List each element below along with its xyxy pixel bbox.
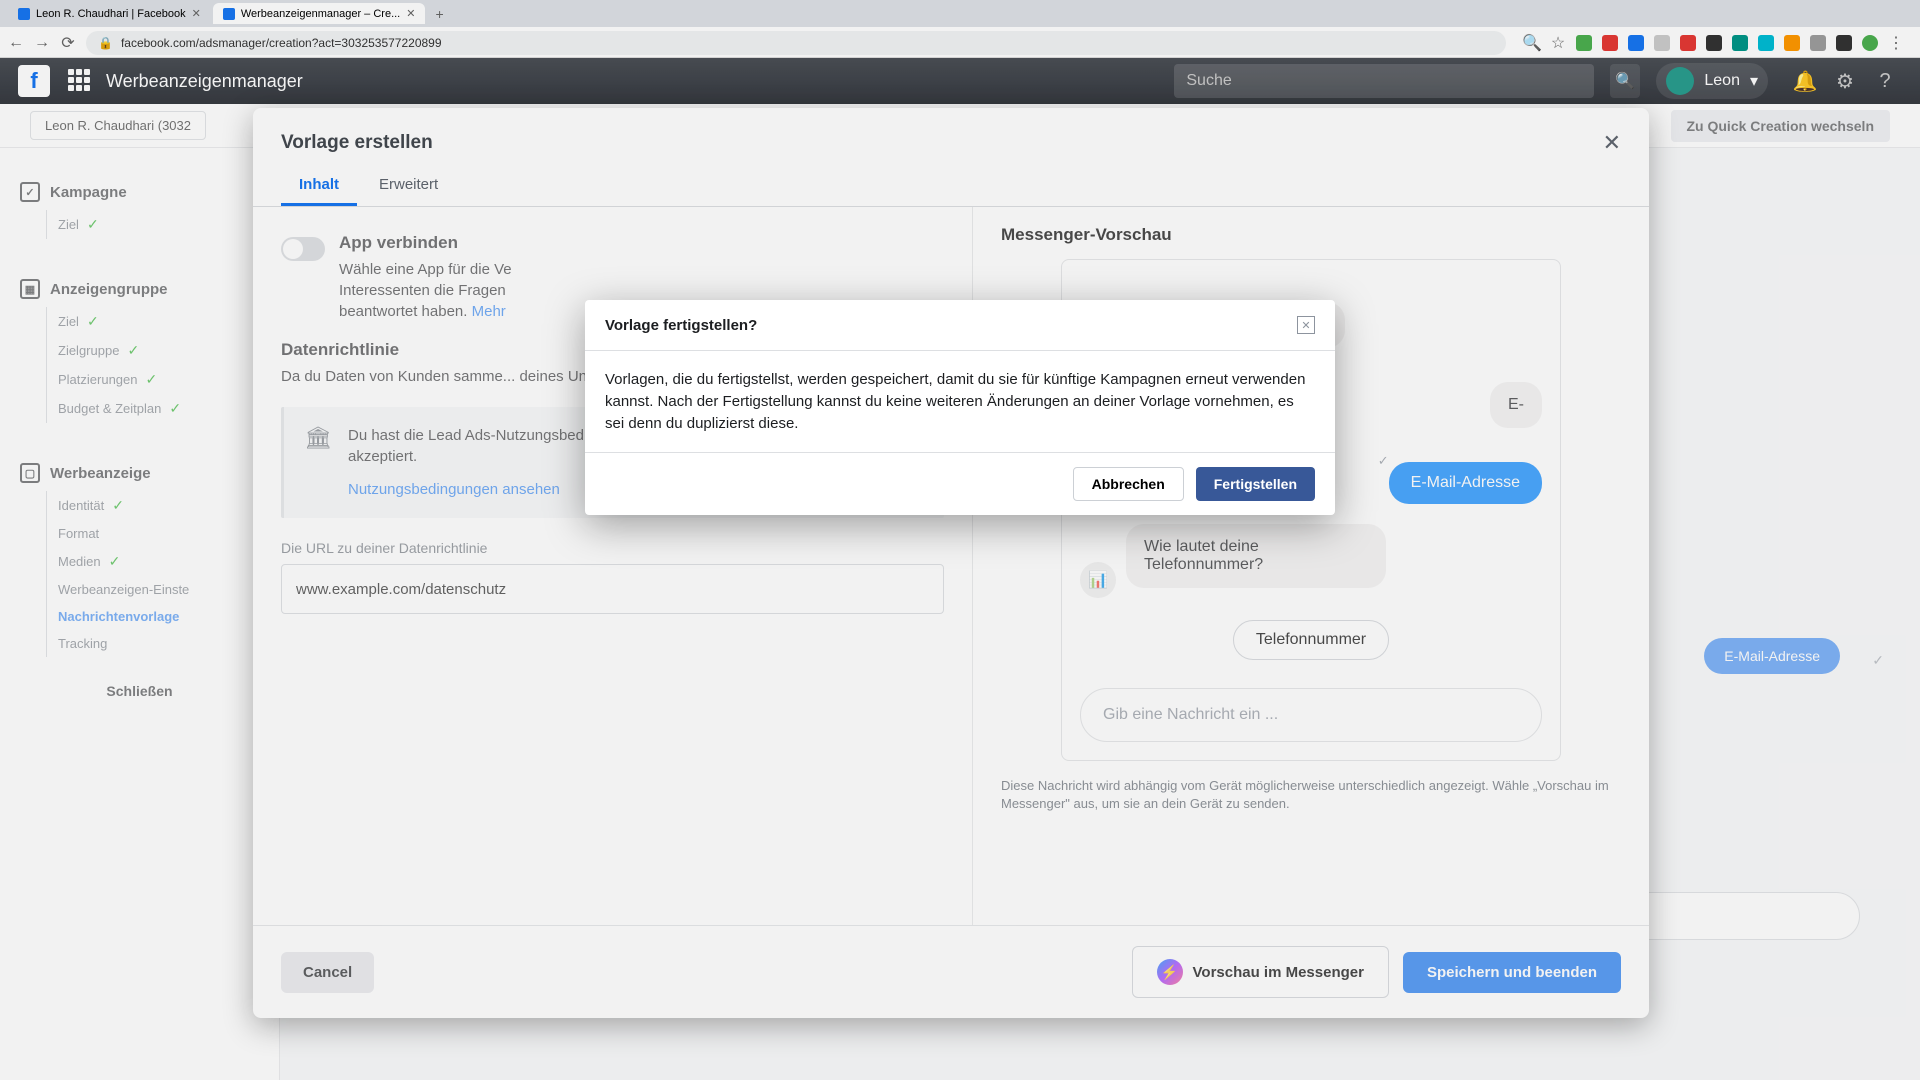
confirm-backdrop <box>0 0 1920 1080</box>
confirm-dialog: Vorlage fertigstellen? ✕ Vorlagen, die d… <box>585 300 1335 515</box>
confirm-footer: Abbrechen Fertigstellen <box>585 453 1335 515</box>
confirm-header: Vorlage fertigstellen? ✕ <box>585 300 1335 351</box>
confirm-finish-button[interactable]: Fertigstellen <box>1196 467 1315 501</box>
confirm-body: Vorlagen, die du fertigstellst, werden g… <box>585 351 1335 453</box>
confirm-close-icon[interactable]: ✕ <box>1297 316 1315 334</box>
confirm-title: Vorlage fertigstellen? <box>605 317 757 334</box>
confirm-cancel-button[interactable]: Abbrechen <box>1073 467 1184 501</box>
